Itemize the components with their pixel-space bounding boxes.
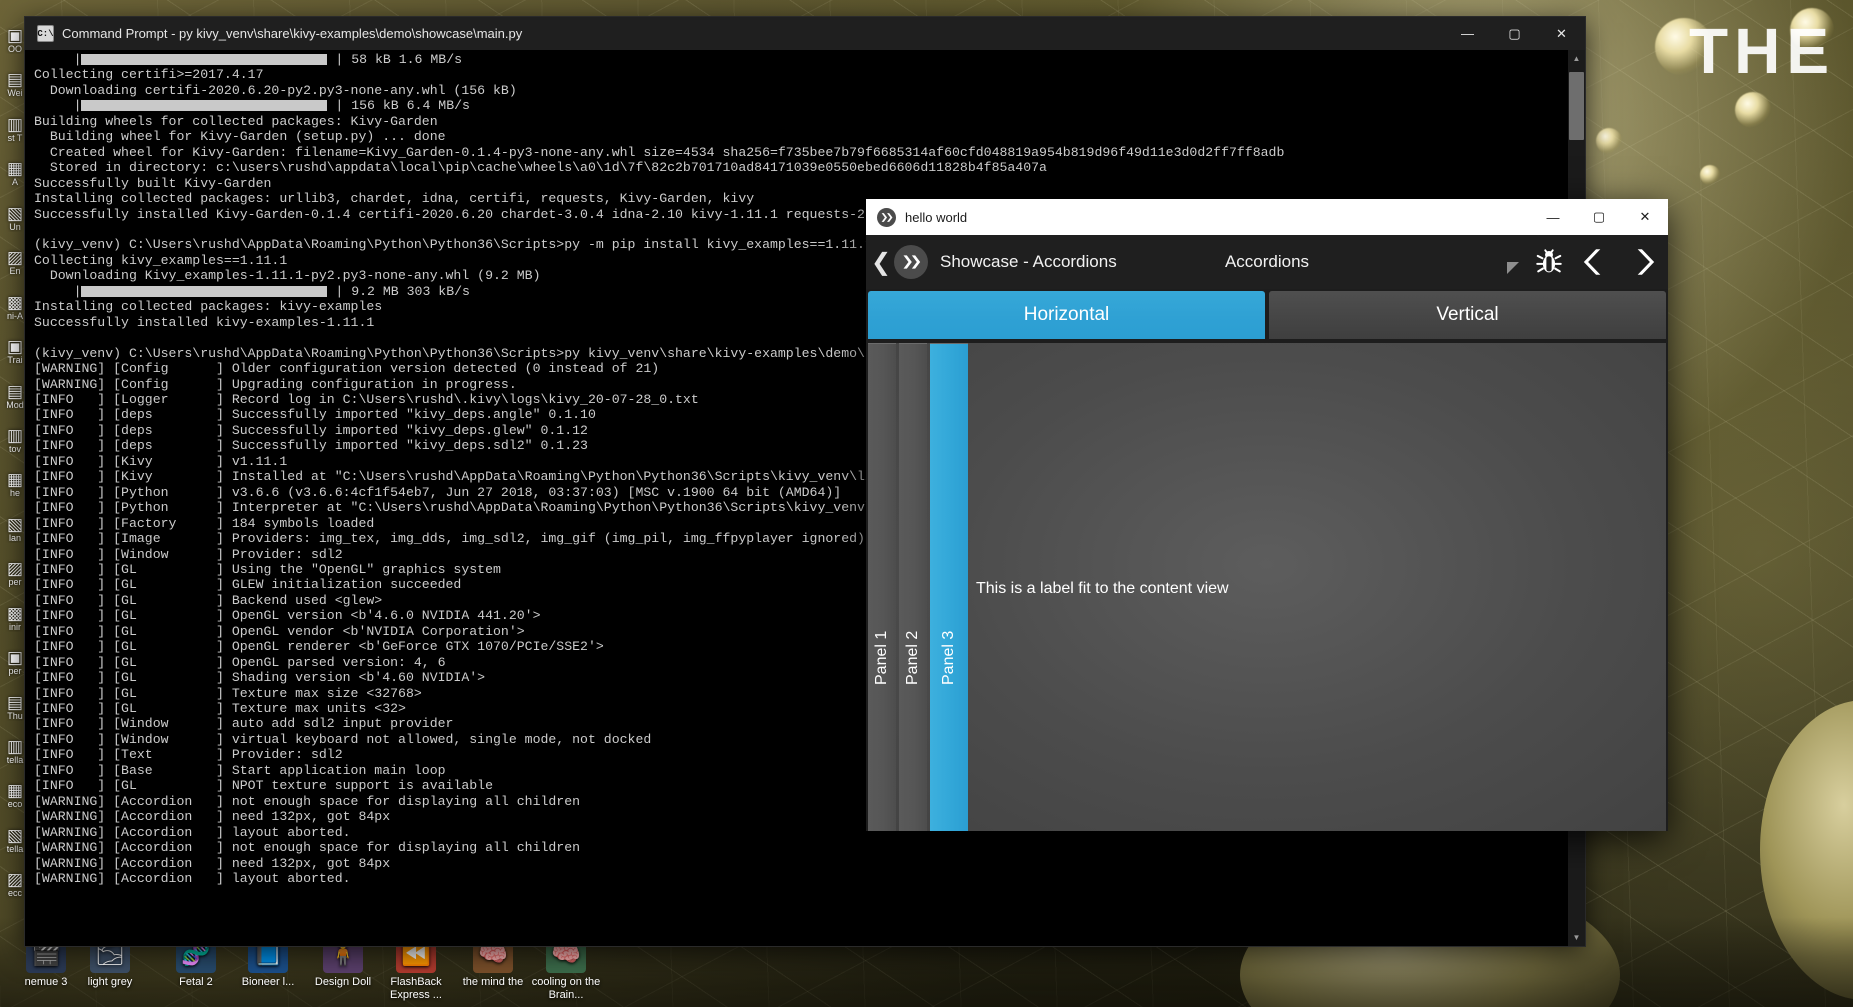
desktop-icon-label: per (8, 577, 21, 587)
kivy-maximize-button[interactable]: ▢ (1576, 199, 1622, 235)
desktop-icon-label: Un (9, 222, 21, 232)
desktop-icon-label: st T (8, 133, 23, 143)
overflow-triangle-icon[interactable] (1506, 261, 1520, 275)
desktop-icon-label: tella (7, 755, 24, 765)
wallpaper-text: THE (1689, 14, 1835, 88)
console-line: Successfully built Kivy-Garden (34, 176, 1564, 191)
accordion-panel-header-3[interactable]: Panel 3 (930, 343, 968, 831)
console-line: Created wheel for Kivy-Garden: filename=… (34, 145, 1564, 160)
next-chevron-icon[interactable] (1626, 245, 1660, 279)
showcase-action-bar: ❮ Showcase - Accordions Accordions (866, 235, 1668, 289)
desktop-icon-label: he (10, 488, 20, 498)
desktop-shortcut-label: cooling on the Brain... (520, 976, 612, 1001)
kivy-close-button[interactable]: ✕ (1622, 199, 1668, 235)
console-line: Building wheel for Kivy-Garden (setup.py… (34, 129, 1564, 144)
download-progress-bar (81, 100, 327, 111)
kivy-hello-world-window[interactable]: hello world — ▢ ✕ ❮ Showcase - Accordion… (866, 199, 1668, 831)
download-progress-bar (81, 54, 327, 65)
showcase-title: Showcase - Accordions (940, 252, 1117, 272)
previous-chevron-icon[interactable] (1578, 245, 1612, 279)
desktop-icon-label: inir (9, 622, 21, 632)
wallpaper-orb-2 (1735, 92, 1771, 128)
desktop-shortcut-label: light grey (64, 976, 156, 989)
maximize-button[interactable]: ▢ (1491, 17, 1538, 50)
console-line: [WARNING] [Accordion ] not enough space … (34, 840, 1564, 855)
desktop-icon-label: Wei (7, 88, 22, 98)
scroll-down-arrow-icon[interactable]: ▼ (1568, 929, 1585, 946)
scroll-up-arrow-icon[interactable]: ▲ (1568, 50, 1585, 67)
back-chevron-icon[interactable]: ❮ (868, 250, 894, 274)
wallpaper-orb-5 (1700, 165, 1720, 185)
command-prompt-titlebar[interactable]: C:\ Command Prompt - py kivy_venv\share\… (25, 17, 1585, 50)
showcase-action-buttons (1506, 235, 1660, 289)
desktop-icon-label: A (12, 177, 18, 187)
bug-icon[interactable] (1534, 247, 1564, 277)
desktop-icon-label: tella (7, 844, 24, 854)
accordion-content-label: This is a label fit to the content view (976, 580, 1229, 598)
kivy-logo-icon (877, 208, 896, 227)
wallpaper-orb-3 (1596, 128, 1622, 154)
desktop-icon-label: ni-A (7, 311, 23, 321)
showcase-center-title: Accordions (1225, 252, 1309, 271)
desktop-icon-label: ecc (8, 888, 22, 898)
desktop-icon-label: per (8, 666, 21, 676)
accordion-panel-header-2[interactable]: Panel 2 (899, 343, 927, 831)
command-prompt-icon: C:\ (37, 25, 54, 42)
desktop-icon-label: Trai (7, 355, 22, 365)
kivy-window-controls: — ▢ ✕ (1530, 199, 1668, 235)
desktop-icon-label: tov (9, 444, 21, 454)
kivy-window-title: hello world (905, 210, 967, 225)
accordion-content-view: This is a label fit to the content view (968, 343, 1666, 831)
command-prompt-title: Command Prompt - py kivy_venv\share\kivy… (62, 26, 522, 41)
desktop-icon-label: Thu (7, 711, 23, 721)
orientation-tab-vertical[interactable]: Vertical (1269, 291, 1666, 339)
desktop-icon-label: OO (8, 44, 22, 54)
orientation-tab-horizontal[interactable]: Horizontal (868, 291, 1265, 339)
console-line: [WARNING] [Accordion ] layout aborted. (34, 871, 1564, 886)
desktop-icon-label: En (9, 266, 20, 276)
console-line: Stored in directory: c:\users\rushd\appd… (34, 160, 1564, 175)
console-line: | | 156 kB 6.4 MB/s (34, 98, 1564, 113)
scrollbar-thumb[interactable] (1569, 72, 1584, 140)
desktop-icon-label: eco (8, 799, 23, 809)
showcase-logo-icon (894, 245, 928, 279)
kivy-titlebar[interactable]: hello world — ▢ ✕ (866, 199, 1668, 235)
close-button[interactable]: ✕ (1538, 17, 1585, 50)
desktop-icon-label: lan (9, 533, 21, 543)
console-line: Building wheels for collected packages: … (34, 114, 1564, 129)
kivy-minimize-button[interactable]: — (1530, 199, 1576, 235)
orientation-tab-bar: Horizontal Vertical (866, 289, 1668, 339)
minimize-button[interactable]: — (1444, 17, 1491, 50)
console-line: | | 58 kB 1.6 MB/s (34, 52, 1564, 67)
download-progress-bar (81, 286, 327, 297)
command-prompt-window-controls: — ▢ ✕ (1444, 17, 1585, 50)
accordion-container: Panel 1Panel 2Panel 3 This is a label fit… (868, 343, 1666, 831)
console-line: Downloading certifi-2020.6.20-py2.py3-no… (34, 83, 1564, 98)
console-line: [WARNING] [Accordion ] need 132px, got 8… (34, 856, 1564, 871)
desktop-icon-label: Mod (6, 400, 24, 410)
orientation-tab-label: Horizontal (1024, 304, 1110, 326)
kivy-client-area: ❮ Showcase - Accordions Accordions (866, 235, 1668, 831)
console-line: Collecting certifi>=2017.4.17 (34, 67, 1564, 82)
orientation-tab-label: Vertical (1436, 304, 1498, 326)
accordion-panel-header-1[interactable]: Panel 1 (868, 343, 896, 831)
